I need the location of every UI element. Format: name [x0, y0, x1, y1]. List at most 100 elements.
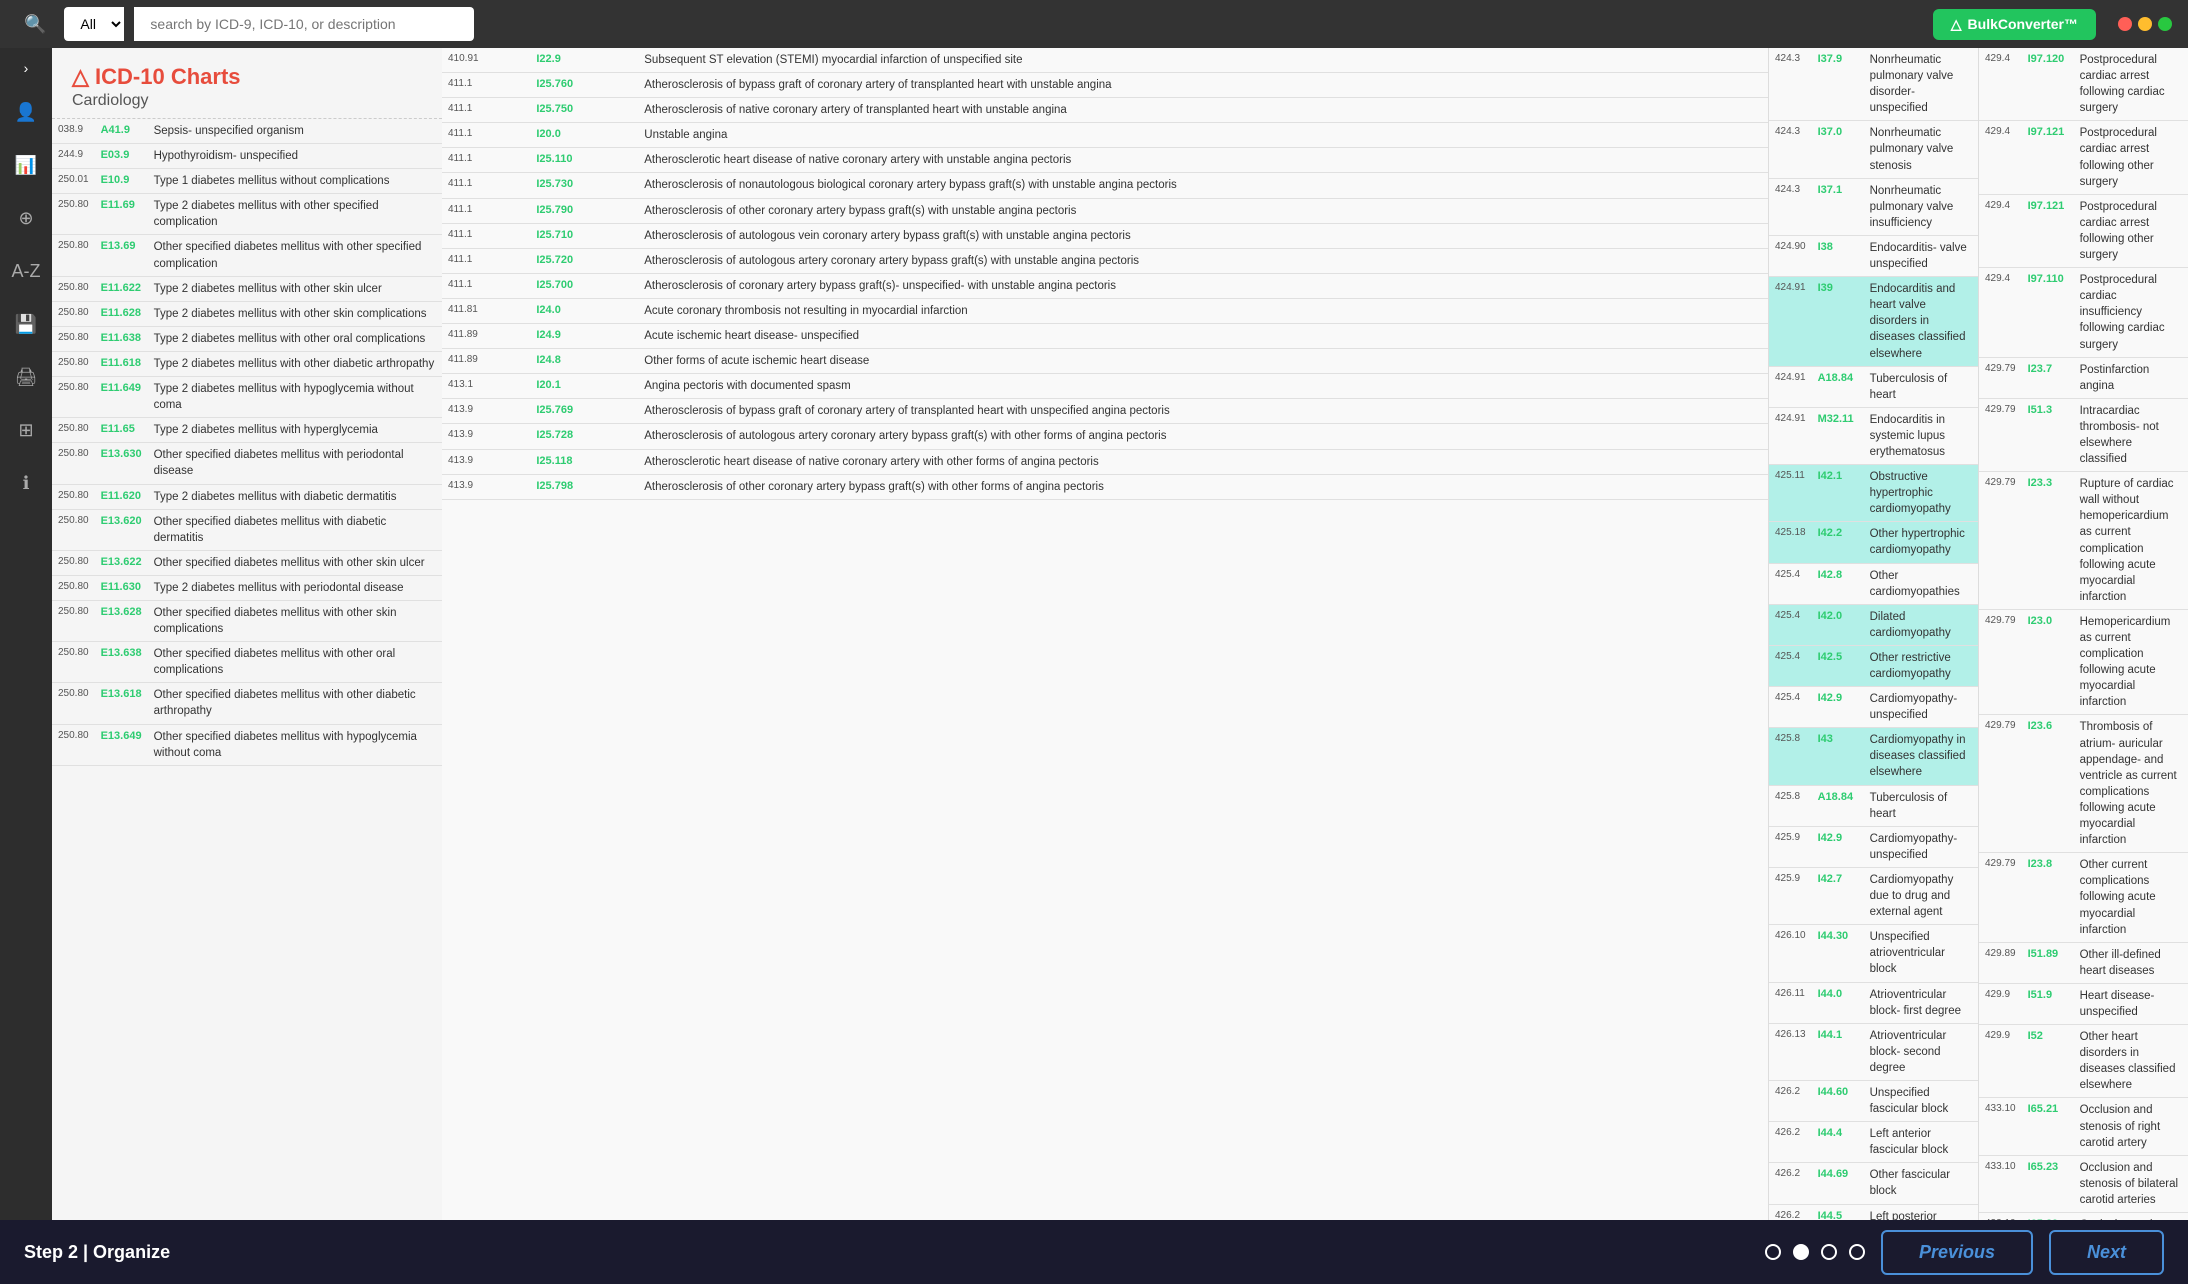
right-left-table-row[interactable]: 426.13 I44.1 Atrioventricular block- sec…	[1769, 1023, 1978, 1080]
right-left-table-row[interactable]: 424.90 I38 Endocarditis- valve unspecifi…	[1769, 235, 1978, 276]
left-table-row[interactable]: 250.80 E11.618 Type 2 diabetes mellitus …	[52, 351, 442, 376]
left-table-row[interactable]: 250.80 E13.630 Other specified diabetes …	[52, 443, 442, 484]
right-right-table-row[interactable]: 429.79 I23.7 Postinfarction angina	[1979, 357, 2188, 398]
right-right-table-row[interactable]: 429.79 I23.8 Other current complications…	[1979, 853, 2188, 942]
left-table-row[interactable]: 250.80 E11.69 Type 2 diabetes mellitus w…	[52, 194, 442, 235]
left-table-row[interactable]: 250.80 E13.618 Other specified diabetes …	[52, 683, 442, 724]
right-left-table-row[interactable]: 425.8 I43 Cardiomyopathy in diseases cla…	[1769, 728, 1978, 785]
search-icon-button[interactable]: 🔍	[16, 10, 54, 39]
dot-4[interactable]	[1849, 1244, 1865, 1260]
center-table-row[interactable]: 411.1 I25.110 Atherosclerotic heart dise…	[442, 148, 1768, 173]
sidebar-icon-table[interactable]: ⊞	[12, 414, 39, 447]
right-left-table-row[interactable]: 425.11 I42.1 Obstructive hypertrophic ca…	[1769, 465, 1978, 522]
icd9-code: 250.80	[52, 443, 95, 484]
right-right-table-row[interactable]: 429.4 I97.120 Postprocedural cardiac arr…	[1979, 48, 2188, 121]
right-right-table-row[interactable]: 429.4 I97.121 Postprocedural cardiac arr…	[1979, 194, 2188, 267]
center-table-row[interactable]: 413.9 I25.769 Atherosclerosis of bypass …	[442, 399, 1768, 424]
dot-1[interactable]	[1765, 1244, 1781, 1260]
left-table-row[interactable]: 250.80 E11.649 Type 2 diabetes mellitus …	[52, 377, 442, 418]
right-left-table-row[interactable]: 424.3 I37.1 Nonrheumatic pulmonary valve…	[1769, 178, 1978, 235]
center-table-row[interactable]: 411.1 I25.730 Atherosclerosis of nonauto…	[442, 173, 1768, 198]
center-table-row[interactable]: 410.91 I22.9 Subsequent ST elevation (ST…	[442, 48, 1768, 73]
right-left-table-row[interactable]: 426.2 I44.60 Unspecified fascicular bloc…	[1769, 1080, 1978, 1121]
right-left-table-row[interactable]: 424.91 I39 Endocarditis and heart valve …	[1769, 277, 1978, 366]
right-left-table-row[interactable]: 425.4 I42.9 Cardiomyopathy- unspecified	[1769, 687, 1978, 728]
right-left-table-row[interactable]: 425.9 I42.7 Cardiomyopathy due to drug a…	[1769, 867, 1978, 924]
center-table-row[interactable]: 411.1 I20.0 Unstable angina	[442, 123, 1768, 148]
search-input[interactable]	[134, 7, 474, 41]
sidebar-icon-chart[interactable]: 📊	[9, 149, 43, 182]
right-left-table-row[interactable]: 425.4 I42.5 Other restrictive cardiomyop…	[1769, 645, 1978, 686]
dot-3[interactable]	[1821, 1244, 1837, 1260]
left-table-row[interactable]: 250.80 E11.628 Type 2 diabetes mellitus …	[52, 301, 442, 326]
left-table-row[interactable]: 250.80 E13.620 Other specified diabetes …	[52, 509, 442, 550]
next-button[interactable]: Next	[2049, 1230, 2164, 1275]
sidebar-icon-save[interactable]: 💾	[9, 308, 43, 341]
right-right-table-row[interactable]: 429.79 I23.0 Hemopericardium as current …	[1979, 609, 2188, 715]
right-left-table-row[interactable]: 424.91 M32.11 Endocarditis in systemic l…	[1769, 407, 1978, 464]
sidebar-chevron[interactable]: ›	[24, 60, 29, 76]
right-left-table-row[interactable]: 426.2 I44.4 Left anterior fascicular blo…	[1769, 1122, 1978, 1163]
sidebar-icon-crosshair[interactable]: ⊕	[12, 202, 39, 235]
center-table-row[interactable]: 411.1 I25.710 Atherosclerosis of autolog…	[442, 223, 1768, 248]
center-table-row[interactable]: 411.1 I25.720 Atherosclerosis of autolog…	[442, 248, 1768, 273]
right-left-table-row[interactable]: 425.8 A18.84 Tuberculosis of heart	[1769, 785, 1978, 826]
left-table-row[interactable]: 250.80 E13.628 Other specified diabetes …	[52, 600, 442, 641]
left-table-row[interactable]: 038.9 A41.9 Sepsis- unspecified organism	[52, 119, 442, 144]
left-table-row[interactable]: 250.80 E13.638 Other specified diabetes …	[52, 642, 442, 683]
center-table-row[interactable]: 411.1 I25.700 Atherosclerosis of coronar…	[442, 273, 1768, 298]
center-table-row[interactable]: 411.1 I25.760 Atherosclerosis of bypass …	[442, 73, 1768, 98]
left-table-row[interactable]: 250.80 E13.649 Other specified diabetes …	[52, 724, 442, 765]
right-left-table-row[interactable]: 426.2 I44.5 Left posterior fascicular bl…	[1769, 1204, 1978, 1220]
center-table-row[interactable]: 411.1 I25.790 Atherosclerosis of other c…	[442, 198, 1768, 223]
right-right-table-row[interactable]: 429.4 I97.110 Postprocedural cardiac ins…	[1979, 268, 2188, 357]
right-right-table-row[interactable]: 429.9 I51.9 Heart disease- unspecified	[1979, 983, 2188, 1024]
sidebar-icon-az[interactable]: A-Z	[6, 255, 47, 288]
left-table-row[interactable]: 250.01 E10.9 Type 1 diabetes mellitus wi…	[52, 169, 442, 194]
right-left-table-row[interactable]: 426.11 I44.0 Atrioventricular block- fir…	[1769, 982, 1978, 1023]
center-table-row[interactable]: 413.9 I25.728 Atherosclerosis of autolog…	[442, 424, 1768, 449]
center-table-row[interactable]: 413.1 I20.1 Angina pectoris with documen…	[442, 374, 1768, 399]
bulk-converter-button[interactable]: △ BulkConverter™	[1933, 9, 2096, 40]
right-right-table-row[interactable]: 429.89 I51.89 Other ill-defined heart di…	[1979, 942, 2188, 983]
center-table-row[interactable]: 411.81 I24.0 Acute coronary thrombosis n…	[442, 298, 1768, 323]
right-left-table-row[interactable]: 424.3 I37.0 Nonrheumatic pulmonary valve…	[1769, 121, 1978, 178]
dot-2[interactable]	[1793, 1244, 1809, 1260]
icd10-code: E11.628	[95, 301, 148, 326]
sidebar-icon-info[interactable]: ℹ	[17, 467, 36, 500]
right-right-table-row[interactable]: 429.79 I23.6 Thrombosis of atrium- auric…	[1979, 715, 2188, 853]
left-table-row[interactable]: 250.80 E11.65 Type 2 diabetes mellitus w…	[52, 418, 442, 443]
left-table-row[interactable]: 250.80 E13.69 Other specified diabetes m…	[52, 235, 442, 276]
left-table-row[interactable]: 250.80 E11.620 Type 2 diabetes mellitus …	[52, 484, 442, 509]
left-table-row[interactable]: 250.80 E11.622 Type 2 diabetes mellitus …	[52, 276, 442, 301]
right-left-table-row[interactable]: 426.10 I44.30 Unspecified atrioventricul…	[1769, 925, 1978, 982]
right-right-table-row[interactable]: 433.10 I65.23 Occlusion and stenosis of …	[1979, 1155, 2188, 1212]
left-table-row[interactable]: 250.80 E11.638 Type 2 diabetes mellitus …	[52, 326, 442, 351]
right-right-table-row[interactable]: 433.10 I65.29 Occlusion and stenosis of …	[1979, 1213, 2188, 1221]
right-left-table-row[interactable]: 425.4 I42.0 Dilated cardiomyopathy	[1769, 604, 1978, 645]
right-left-table-row[interactable]: 425.18 I42.2 Other hypertrophic cardiomy…	[1769, 522, 1978, 563]
right-left-table-row[interactable]: 425.4 I42.8 Other cardiomyopathies	[1769, 563, 1978, 604]
right-right-table-row[interactable]: 429.79 I51.3 Intracardiac thrombosis- no…	[1979, 398, 2188, 471]
left-table-row[interactable]: 244.9 E03.9 Hypothyroidism- unspecified	[52, 144, 442, 169]
right-left-table-row[interactable]: 424.91 A18.84 Tuberculosis of heart	[1769, 366, 1978, 407]
center-table-row[interactable]: 411.89 I24.8 Other forms of acute ischem…	[442, 349, 1768, 374]
right-table-left: 424.3 I37.9 Nonrheumatic pulmonary valve…	[1769, 48, 1979, 1220]
right-right-table-row[interactable]: 429.79 I23.3 Rupture of cardiac wall wit…	[1979, 472, 2188, 610]
all-dropdown[interactable]: All	[64, 7, 124, 41]
left-table-row[interactable]: 250.80 E13.622 Other specified diabetes …	[52, 550, 442, 575]
center-table-row[interactable]: 411.1 I25.750 Atherosclerosis of native …	[442, 98, 1768, 123]
previous-button[interactable]: Previous	[1881, 1230, 2033, 1275]
center-table-row[interactable]: 411.89 I24.9 Acute ischemic heart diseas…	[442, 324, 1768, 349]
sidebar-icon-user[interactable]: 👤	[9, 96, 43, 129]
sidebar-icon-print[interactable]: 🖨	[9, 361, 44, 394]
right-right-table-row[interactable]: 429.9 I52 Other heart disorders in disea…	[1979, 1025, 2188, 1098]
right-right-table-row[interactable]: 433.10 I65.21 Occlusion and stenosis of …	[1979, 1098, 2188, 1155]
left-table-row[interactable]: 250.80 E11.630 Type 2 diabetes mellitus …	[52, 575, 442, 600]
right-right-table-row[interactable]: 429.4 I97.121 Postprocedural cardiac arr…	[1979, 121, 2188, 194]
right-left-table-row[interactable]: 425.9 I42.9 Cardiomyopathy- unspecified	[1769, 826, 1978, 867]
right-left-table-row[interactable]: 426.2 I44.69 Other fascicular block	[1769, 1163, 1978, 1204]
right-left-table-row[interactable]: 424.3 I37.9 Nonrheumatic pulmonary valve…	[1769, 48, 1978, 121]
center-table-row[interactable]: 413.9 I25.798 Atherosclerosis of other c…	[442, 474, 1768, 499]
center-table-row[interactable]: 413.9 I25.118 Atherosclerotic heart dise…	[442, 449, 1768, 474]
